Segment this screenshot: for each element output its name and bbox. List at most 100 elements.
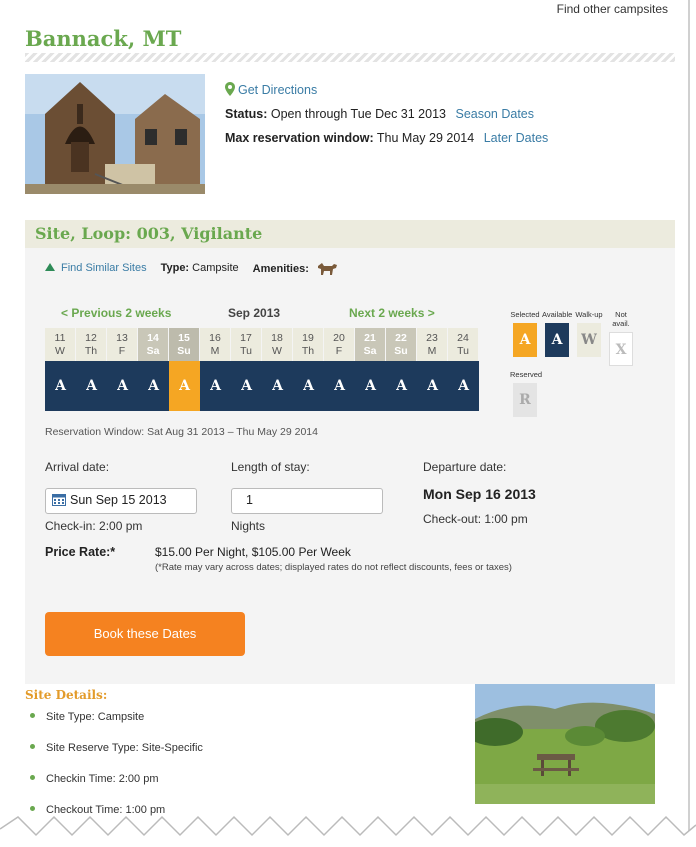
directions-row[interactable]: Get Directions xyxy=(225,78,548,102)
stay-label: Length of stay: xyxy=(231,460,310,474)
day-of-week: F xyxy=(335,345,343,357)
day-number: 14 xyxy=(147,332,159,344)
day-number: 12 xyxy=(85,332,97,344)
availability-cell[interactable]: A xyxy=(324,361,355,411)
day-of-week: Th xyxy=(301,345,315,357)
availability-cell[interactable]: A xyxy=(76,361,107,411)
legend-available-label: Available xyxy=(542,310,573,319)
availability-cell[interactable]: A xyxy=(200,361,231,411)
torn-edge-decoration xyxy=(0,815,696,847)
calendar-day: 21 Sa xyxy=(355,328,386,361)
legend-reserved-label: Reserved xyxy=(510,370,543,379)
legend-walkup-label: Walk-up xyxy=(575,310,603,319)
status-row: Status: Open through Tue Dec 31 2013 Sea… xyxy=(225,102,548,126)
day-number: 17 xyxy=(240,332,252,344)
calendar-day: 16 M xyxy=(200,328,231,361)
day-number: 22 xyxy=(395,332,407,344)
calendar-day: 22 Su xyxy=(386,328,417,361)
day-number: 21 xyxy=(364,332,376,344)
price-rate-value: $15.00 Per Night, $105.00 Per Week xyxy=(155,545,351,559)
amenities: Amenities: xyxy=(253,260,338,276)
next-weeks-link[interactable]: Next 2 weeks > xyxy=(349,306,435,320)
day-number: 11 xyxy=(54,332,66,344)
legend-available: Available A xyxy=(542,310,572,357)
amenities-label: Amenities: xyxy=(252,263,309,275)
availability-cell[interactable]: A xyxy=(45,361,76,411)
find-similar-sites-link[interactable]: Find Similar Sites xyxy=(45,262,147,274)
departure-date: Mon Sep 16 2013 xyxy=(423,486,536,502)
calendar-day: 14 Sa xyxy=(138,328,169,361)
find-other-campsites-link[interactable]: Find other campsites xyxy=(557,2,668,16)
availability-cell[interactable]: A xyxy=(355,361,386,411)
type-label: Type: xyxy=(160,262,190,274)
season-dates-link[interactable]: Season Dates xyxy=(455,107,534,121)
calendar-month: Sep 2013 xyxy=(228,306,281,320)
find-similar-label: Find Similar Sites xyxy=(61,262,147,274)
calendar-day: 17 Tu xyxy=(231,328,262,361)
day-of-week: Tu xyxy=(457,345,469,357)
arrival-date-value: Sun Sep 15 2013 xyxy=(70,493,167,507)
day-number: 24 xyxy=(457,332,469,344)
calendar-day: 15 Su xyxy=(169,328,200,361)
reservation-window: Reservation Window: Sat Aug 31 2013 – Th… xyxy=(45,426,318,438)
legend-available-box: A xyxy=(545,323,569,357)
availability-cell[interactable]: A xyxy=(417,361,448,411)
get-directions-link[interactable]: Get Directions xyxy=(238,83,317,97)
legend-reserved: Reserved R xyxy=(510,370,543,417)
bullet-icon xyxy=(30,713,35,718)
legend-walkup-box: W xyxy=(577,323,601,357)
detail-text: Site Reserve Type: Site-Specific xyxy=(46,742,203,754)
availability-cell[interactable]: A xyxy=(293,361,324,411)
day-of-week: Sa xyxy=(363,345,377,357)
day-of-week: W xyxy=(55,345,65,357)
park-title: Bannack, MT xyxy=(25,26,182,51)
later-dates-link[interactable]: Later Dates xyxy=(484,131,549,145)
calendar-day: 24 Tu xyxy=(448,328,479,361)
legend-walkup: Walk-up W xyxy=(574,310,604,357)
book-dates-button[interactable]: Book these Dates xyxy=(45,612,245,656)
previous-weeks-link[interactable]: < Previous 2 weeks xyxy=(61,306,171,320)
detail-item: Site Reserve Type: Site-Specific xyxy=(30,742,203,754)
availability-cell[interactable]: A xyxy=(386,361,417,411)
day-of-week: M xyxy=(427,345,437,357)
day-number: 19 xyxy=(302,332,314,344)
day-of-week: Su xyxy=(394,345,408,357)
detail-text: Checkin Time: 2:00 pm xyxy=(46,773,159,785)
day-number: 20 xyxy=(333,332,345,344)
site-header: Site, Loop: 003, Vigilante xyxy=(25,220,675,248)
availability-cell[interactable]: A xyxy=(138,361,169,411)
site-photo xyxy=(475,684,655,804)
day-number: 13 xyxy=(116,332,128,344)
price-rate-label: Price Rate:* xyxy=(45,545,116,559)
detail-item: Checkin Time: 2:00 pm xyxy=(30,773,159,785)
site-title: Site, Loop: 003, Vigilante xyxy=(35,224,263,243)
site-details-title: Site Details: xyxy=(25,688,108,702)
day-number: 18 xyxy=(271,332,283,344)
calendar-day: 12 Th xyxy=(76,328,107,361)
price-rate-note: (*Rate may vary across dates; displayed … xyxy=(155,562,512,573)
departure-label: Departure date: xyxy=(423,460,507,474)
calendar-day: 23 M xyxy=(417,328,448,361)
calendar-day: 11 W xyxy=(45,328,76,361)
day-of-week: Tu xyxy=(240,345,252,357)
availability-cell[interactable]: A xyxy=(107,361,138,411)
site-panel: Site, Loop: 003, Vigilante Find Similar … xyxy=(25,220,675,684)
page-frame: Find other campsites Bannack, MT Get Dir… xyxy=(0,0,696,847)
legend-selected-label: Selected xyxy=(510,310,540,319)
day-of-week: W xyxy=(272,345,282,357)
day-of-week: Sa xyxy=(146,345,160,357)
day-of-week: F xyxy=(118,345,126,357)
availability-cell[interactable]: A xyxy=(231,361,262,411)
arrival-date-input[interactable]: Sun Sep 15 2013 xyxy=(45,488,197,514)
day-number: 15 xyxy=(178,332,190,344)
legend-reserved-box: R xyxy=(513,383,537,417)
availability-cell[interactable]: A xyxy=(448,361,479,411)
arrival-label: Arrival date: xyxy=(45,460,110,474)
legend-not-avail-label: Not avail. xyxy=(612,310,630,328)
availability-cell[interactable]: A xyxy=(262,361,293,411)
length-of-stay-input[interactable]: 1 xyxy=(231,488,383,514)
availability-row: AAAAAAAAAAAAAA xyxy=(45,361,479,411)
calendar-icon[interactable] xyxy=(52,493,66,506)
calendar-day: 18 W xyxy=(262,328,293,361)
availability-cell[interactable]: A xyxy=(169,361,200,411)
